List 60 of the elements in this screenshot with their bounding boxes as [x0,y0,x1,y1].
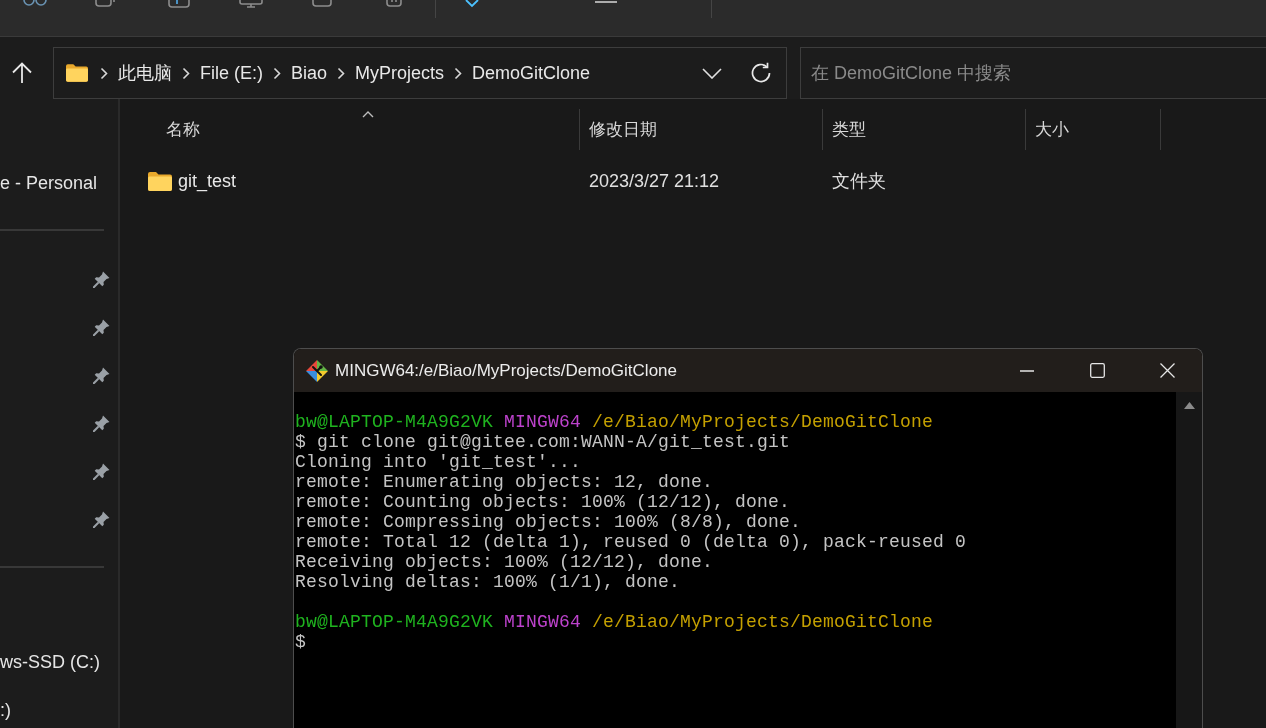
breadcrumb[interactable]: MyProjects [355,62,445,84]
chevron-right-icon [454,66,463,80]
dropdown-button[interactable] [702,67,722,79]
pin-icon[interactable] [93,270,110,288]
column-header[interactable]: 类型 [832,118,866,141]
terminal-line: remote: Compressing objects: 100% (8/8), done. [295,512,802,532]
terminal-line: Cloning into 'git_test'... [295,452,582,472]
chevron-right-icon [337,66,346,80]
prompt-path: /e/Biao/MyProjects/DemoGitClone [592,412,934,432]
pin-icon[interactable] [93,462,110,480]
search-field[interactable]: 在 DemoGitClone 中搜索 [800,47,1266,99]
prompt-user-host: bw@LAPTOP-M4A9G2VK [295,612,494,632]
prompt-shell-name: MINGW64 [504,612,582,632]
refresh-button[interactable] [750,62,772,84]
pin-icon[interactable] [93,366,110,384]
breadcrumb[interactable]: DemoGitClone [472,62,591,84]
address-bar[interactable]: 此电脑 File (E:) Biao MyProjects DemoGitClone [53,47,787,99]
clipboard-icon[interactable] [167,0,191,8]
chevron-right-icon [100,66,108,80]
column-header[interactable]: 修改日期 [589,118,657,141]
monitor-icon[interactable] [239,0,263,8]
terminal-line: remote: Enumerating objects: 12, done. [295,472,714,492]
chevron-right-icon [182,66,190,80]
scroll-up-arrow-icon[interactable] [1183,402,1195,409]
pin-icon[interactable] [93,318,110,336]
sidebar-item[interactable]: ws-SSD (C:) [0,651,100,673]
breadcrumb[interactable]: 此电脑 [118,61,172,85]
refresh-icon [750,62,772,84]
pin-icon[interactable] [93,414,110,432]
prompt-shell-name: MINGW64 [504,412,582,432]
terminal-line: remote: Total 12 (delta 1), reused 0 (delta 0), pack-reused 0 [295,532,967,552]
column-header[interactable]: 大小 [1035,118,1069,141]
column-header[interactable]: 名称 [166,118,200,141]
minimize-icon [1020,369,1034,372]
maximize-icon [1089,363,1105,378]
date-modified-text: 2023/3/27 21:12 [589,170,720,192]
folder-icon [148,171,172,191]
circles-icon[interactable] [23,0,47,8]
terminal-line: remote: Counting objects: 100% (12/12), done. [295,492,791,512]
close-icon [1159,363,1175,378]
file-type-text: 文件夹 [832,170,886,193]
sidebar-item[interactable]: :) [0,699,11,721]
chevron-down-icon [702,67,722,79]
prompt-path: /e/Biao/MyProjects/DemoGitClone [592,612,934,632]
breadcrumb[interactable]: File (E:) [200,62,263,84]
folder-icon [66,64,88,82]
terminal-line: $ git clone git@gitee.com:WANN-A/git_test.git [295,432,791,452]
scrollbar-track[interactable] [1176,392,1202,728]
sidebar-item[interactable]: e - Personal [0,172,98,194]
terminal-line: Receiving objects: 100% (12/12), done. [295,552,714,572]
terminal-line: Resolving deltas: 100% (1/1), done. [295,572,681,592]
breadcrumb[interactable]: Biao [291,62,328,84]
diamond-logo-icon [305,358,329,383]
pin-icon[interactable] [93,510,110,528]
chevron-right-icon [273,66,281,80]
prompt-user-host: bw@LAPTOP-M4A9G2VK [295,412,494,432]
file-name[interactable]: git_test [178,170,237,192]
window-title: MINGW64:/e/Biao/MyProjects/DemoGitClone [335,360,677,381]
arrow-up-icon [11,62,33,84]
terminal-line: $ [295,632,306,652]
